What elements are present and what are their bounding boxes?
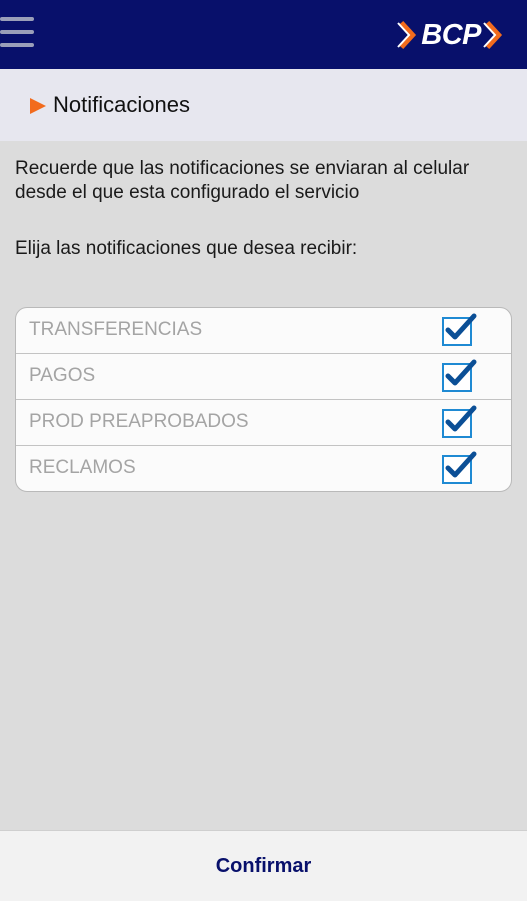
menu-button[interactable] <box>0 17 36 51</box>
prompt-text: Elija las notificaciones que desea recib… <box>15 238 358 259</box>
checkbox-checked-icon[interactable] <box>441 313 477 347</box>
hamburger-menu-icon-line <box>0 43 34 47</box>
checkbox-checked-icon[interactable] <box>441 405 477 439</box>
notification-options-list: TRANSFERENCIAS PAGOS PROD PREAPROBADOS R… <box>15 307 512 492</box>
checkbox-checked-icon[interactable] <box>441 451 477 485</box>
option-row-reclamos[interactable]: RECLAMOS <box>16 445 511 491</box>
bcp-logo: BCP <box>397 18 505 52</box>
logo-text: BCP <box>421 18 481 51</box>
hamburger-menu-icon-line <box>0 30 34 34</box>
option-label: PROD PREAPROBADOS <box>29 411 249 432</box>
option-label: PAGOS <box>29 365 96 386</box>
bottom-bar: Confirmar <box>0 830 527 901</box>
hamburger-menu-icon <box>0 17 34 21</box>
intro-text: Recuerde que las notificaciones se envia… <box>15 158 470 203</box>
play-arrow-icon <box>30 98 46 114</box>
option-label: RECLAMOS <box>29 457 136 478</box>
option-row-transferencias[interactable]: TRANSFERENCIAS <box>16 308 511 353</box>
option-row-prod-preaprobados[interactable]: PROD PREAPROBADOS <box>16 399 511 445</box>
top-bar: BCP <box>0 0 527 69</box>
section-title: Notificaciones <box>53 92 190 117</box>
option-row-pagos[interactable]: PAGOS <box>16 353 511 399</box>
section-header: Notificaciones <box>0 69 527 141</box>
logo-chevron-left-icon <box>397 20 417 50</box>
option-label: TRANSFERENCIAS <box>29 319 203 340</box>
logo-chevron-right-icon <box>483 20 503 50</box>
checkbox-checked-icon[interactable] <box>441 359 477 393</box>
confirm-button[interactable]: Confirmar <box>0 831 527 901</box>
